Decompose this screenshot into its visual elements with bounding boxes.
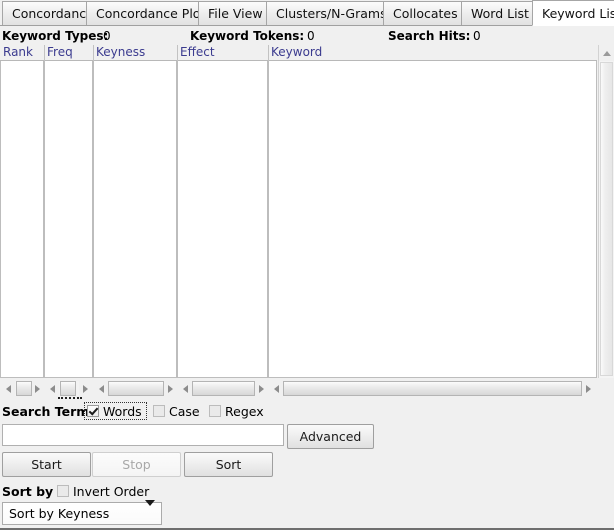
search-term-label: Search Term [2, 404, 89, 419]
column-scrollbars [0, 378, 614, 400]
search-input[interactable] [2, 424, 284, 446]
scroll-left-arrow-icon[interactable] [270, 380, 283, 397]
scroll-left-arrow-icon[interactable] [2, 380, 15, 397]
horizontal-scrollbar-2[interactable] [95, 380, 177, 397]
column-header-keyword[interactable]: Keyword [268, 45, 597, 61]
scroll-right-arrow-icon[interactable] [164, 380, 177, 397]
column-separator[interactable] [177, 45, 178, 61]
tab-bar: ConcordanceConcordance PlotFile ViewClus… [0, 0, 614, 26]
chevron-down-icon [145, 506, 155, 521]
scroll-right-arrow-icon[interactable] [582, 380, 595, 397]
column-header-freq[interactable]: Freq [44, 45, 93, 61]
column-effect: Effect [177, 45, 268, 378]
checkbox-words[interactable]: Words [84, 402, 147, 420]
horizontal-scrollbar-4[interactable] [270, 380, 595, 397]
stat-value-2: 0 [473, 29, 481, 43]
scroll-left-arrow-icon[interactable] [95, 380, 108, 397]
column-body-freq[interactable] [44, 61, 93, 378]
checkbox-regex[interactable]: Regex [207, 402, 272, 420]
sort-by-select[interactable]: Sort by Keyness [2, 502, 162, 525]
scrollbar-thumb[interactable] [60, 381, 76, 396]
column-header-rank[interactable]: Rank [0, 45, 44, 61]
column-separator[interactable] [44, 45, 45, 61]
stat-value-0: 0 [103, 29, 111, 43]
tab-collocates[interactable]: Collocates [383, 1, 462, 25]
advanced-button[interactable]: Advanced [287, 424, 374, 449]
checkbox-box-icon[interactable] [153, 405, 165, 417]
column-keyness: Keyness [93, 45, 177, 378]
column-body-rank[interactable] [0, 61, 44, 378]
column-rank: Rank [0, 45, 44, 378]
scrollbar-track[interactable] [283, 381, 582, 396]
start-button[interactable]: Start [2, 452, 91, 477]
search-input-row: Advanced [0, 424, 614, 450]
scroll-right-arrow-icon[interactable] [255, 380, 268, 397]
tab-file-view[interactable]: File View [198, 1, 267, 25]
tab-clusters-n-grams[interactable]: Clusters/N-Grams [266, 1, 384, 25]
checkbox-label: Words [103, 404, 142, 419]
scrollbar-thumb[interactable] [283, 381, 582, 396]
tab-concordance-plot[interactable]: Concordance Plot [86, 1, 199, 25]
stop-button: Stop [92, 452, 181, 477]
sort-button[interactable]: Sort [184, 452, 273, 477]
stat-label-2: Search Hits: [388, 29, 470, 43]
column-keyword: Keyword [268, 45, 597, 378]
scrollbar-thumb[interactable] [16, 381, 32, 396]
column-separator[interactable] [268, 45, 269, 61]
scroll-left-arrow-icon[interactable] [179, 380, 192, 397]
scrollbar-thumb[interactable] [192, 381, 255, 396]
keyword-stats-bar: Keyword Types:0Keyword Tokens:0Search Hi… [0, 26, 614, 45]
scrollbar-track[interactable] [192, 381, 255, 396]
column-body-keyness[interactable] [93, 61, 177, 378]
scrollbar-thumb[interactable] [108, 381, 164, 396]
vertical-scrollbar[interactable] [598, 45, 614, 378]
stat-value-1: 0 [307, 29, 315, 43]
scrollbar-track[interactable] [15, 381, 31, 396]
tab-word-list[interactable]: Word List [461, 1, 533, 25]
column-separator[interactable] [93, 45, 94, 61]
column-body-keyword[interactable] [268, 61, 597, 378]
scroll-right-arrow-icon[interactable] [79, 380, 92, 397]
invert-order-label: Invert Order [73, 484, 149, 499]
checkbox-label: Regex [225, 404, 264, 419]
column-header-keyness[interactable]: Keyness [93, 45, 177, 61]
checkbox-box-icon[interactable] [209, 405, 221, 417]
scroll-left-arrow-icon[interactable] [46, 380, 59, 397]
horizontal-scrollbar-0[interactable] [2, 380, 44, 397]
scrollbar-track[interactable] [59, 381, 79, 396]
checkbox-label: Case [169, 404, 200, 419]
sort-by-label: Sort by [2, 484, 53, 499]
checkbox-box-icon[interactable] [87, 405, 99, 417]
horizontal-scrollbar-3[interactable] [179, 380, 268, 397]
checkbox-box-icon[interactable] [57, 485, 69, 497]
scroll-up-arrow-icon[interactable] [599, 45, 614, 61]
horizontal-scrollbar-1[interactable] [46, 380, 92, 397]
action-buttons-row: StartStopSort [0, 452, 614, 478]
sort-by-selected-value: Sort by Keyness [9, 506, 145, 521]
stat-label-0: Keyword Types: [2, 29, 108, 43]
column-body-effect[interactable] [177, 61, 268, 378]
search-term-row: Search Term Words Case Regex [0, 401, 614, 423]
checkbox-case[interactable]: Case [151, 402, 208, 420]
stat-label-1: Keyword Tokens: [190, 29, 304, 43]
scroll-right-arrow-icon[interactable] [31, 380, 44, 397]
tab-concordance[interactable]: Concordance [2, 1, 87, 25]
keyword-results-table: RankFreqKeynessEffectKeyword [0, 45, 614, 378]
scrollbar-track[interactable] [108, 381, 164, 396]
vertical-scrollbar-track[interactable] [600, 62, 613, 376]
tab-keyword-list[interactable]: Keyword List [532, 0, 614, 26]
checkbox-invert-order[interactable]: Invert Order [55, 482, 155, 500]
sort-by-row: Sort by Invert Order [0, 481, 614, 501]
column-freq: Freq [44, 45, 93, 378]
column-header-effect[interactable]: Effect [177, 45, 268, 61]
